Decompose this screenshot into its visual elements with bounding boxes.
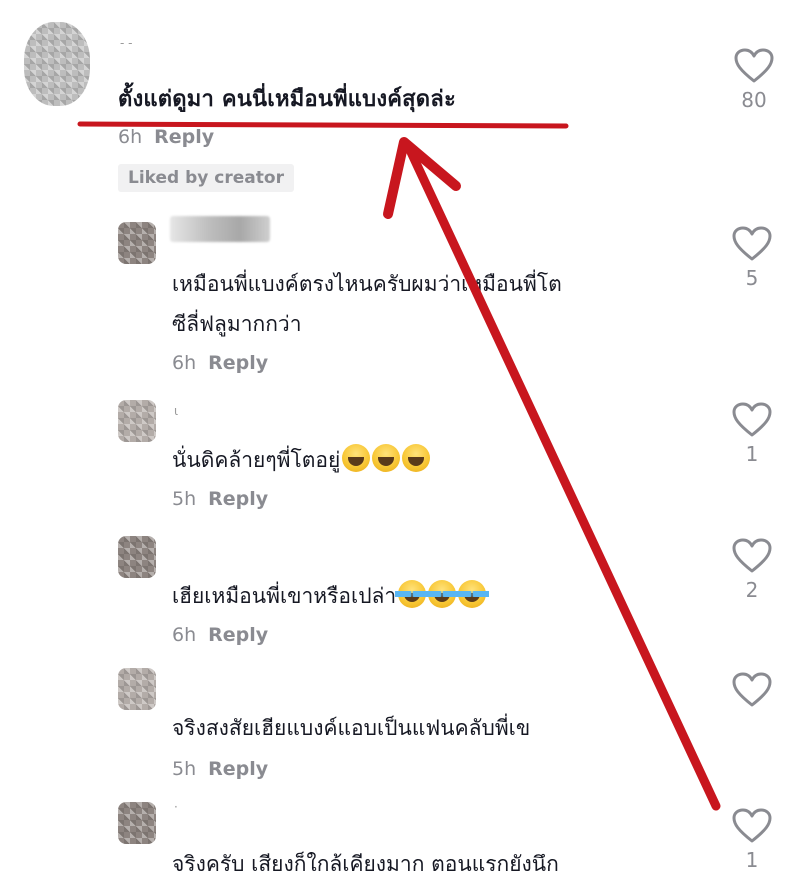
underline-annotation (77, 121, 569, 129)
arrow-shaft-annotation (405, 145, 721, 811)
annotation-overlay (77, 121, 721, 811)
comment-thread: - - ตั้งแต่ดูมา คนนี่เหมือนพี่แบงค์สุดล่… (0, 0, 800, 889)
